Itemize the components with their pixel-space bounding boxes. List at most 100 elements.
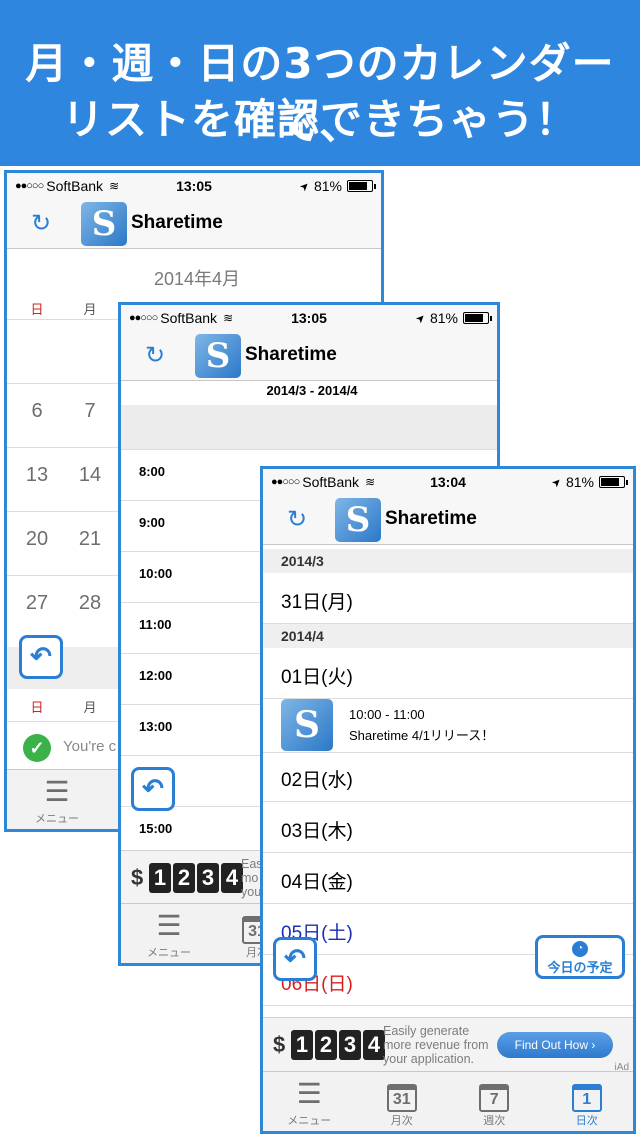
back-button[interactable]: ↶ [131,767,175,811]
battery-percent: 81% [429,310,458,326]
event-app-icon: S [281,699,333,751]
weekday-sun: 日 [30,700,44,715]
week-range: 2014/3 - 2014/4 [266,383,358,398]
location-arrow-icon: ➤ [413,310,429,326]
ad-dollar: $ [273,1032,286,1057]
status-bar: ●●○○○ SoftBank ≋ 13:04 ➤ 81% [263,469,633,495]
ad-digit: 4 [221,863,243,893]
menu-icon: ☰ [296,1078,322,1109]
refresh-icon[interactable]: ↻ [283,506,311,534]
nav-bar: ↻ S Sharetime [263,495,633,545]
ad-digit: 4 [363,1030,385,1060]
month-title: 2014年4月 [153,269,241,289]
signal-strength: ●●○○○ [129,312,158,324]
hour-label: 13:00 [139,719,173,734]
app-logo: S [335,498,381,542]
nav-bar: ↻ S Sharetime [7,199,381,249]
ad-digit: 1 [149,863,171,893]
ad-digit: 3 [197,863,219,893]
ad-text-line: Easily generate [383,1024,470,1038]
calendar-day[interactable]: 21 [70,528,110,551]
app-logo: S [81,202,127,246]
ad-text-line: more revenue from [383,1038,489,1052]
day-label: 31日(月) [281,592,353,613]
calendar-day-icon: 1 [571,1084,602,1112]
event-title: Sharetime 4/1リリース！ [349,728,495,743]
day-row[interactable]: 31日(月) [263,573,633,624]
signal-strength: ●●○○○ [15,180,44,192]
tab-month[interactable]: 31 月次 [356,1072,449,1131]
banner-headline-line2: リストを確認できちゃう！ [61,95,578,144]
calendar-day[interactable]: 6 [17,400,57,423]
day-label: 01日(火) [281,667,353,688]
clock-icon: ◔ [572,941,588,957]
tab-menu[interactable]: ☰ メニュー [121,904,217,963]
hour-label: 12:00 [139,668,173,683]
tab-label: メニュー [35,813,79,825]
ad-digit: 3 [339,1030,361,1060]
day-label: 04日(金) [281,872,353,893]
wifi-icon: ≋ [365,475,376,489]
ad-digit: 2 [173,863,195,893]
day-row[interactable]: 04日(金) [263,853,633,904]
hour-label: 11:00 [139,617,172,632]
today-button-label: 今日の予定 [547,960,613,975]
event-row[interactable]: S 10:00 - 11:00 Sharetime 4/1リリース！ [263,697,633,753]
ad-banner[interactable]: $ 1 2 3 4 Easily generate more revenue f… [263,1017,633,1075]
ad-counter: 1 2 3 4 [291,1030,385,1060]
day-label: 03日(木) [281,821,353,842]
section-header: 2014/3 [263,549,633,573]
day-row[interactable]: 03日(木) [263,802,633,853]
app-title: Sharetime [245,344,337,365]
weekday-sun: 日 [30,302,44,317]
battery-percent: 81% [565,474,594,490]
battery-icon [347,180,376,192]
tab-label: 週次 [483,1115,506,1127]
day-row[interactable]: 01日(火) [263,648,633,699]
ad-cta-label: Find Out How [514,1038,588,1052]
weekday-mon: 月 [83,700,97,715]
app-title: Sharetime [385,508,477,529]
tab-menu[interactable]: ☰ メニュー [7,770,107,829]
today-schedule-button[interactable]: ◔ 今日の予定 [535,935,625,979]
hour-label: 8:00 [139,464,166,479]
wifi-icon: ≋ [223,311,234,325]
hour-label: 10:00 [139,566,173,581]
ad-cta-button[interactable]: Find Out How › [497,1032,613,1058]
calendar-month-icon: 31 [386,1084,417,1112]
location-arrow-icon: ➤ [297,178,313,194]
event-time: 10:00 - 11:00 [349,707,425,722]
carrier-name: SoftBank [160,310,218,326]
calendar-day[interactable]: 27 [17,592,57,615]
calendar-day[interactable]: 7 [70,400,110,423]
calendar-day[interactable]: 13 [17,464,57,487]
tab-day[interactable]: 1 日次 [541,1072,634,1131]
menu-icon: ☰ [44,776,70,807]
calendar-day[interactable]: 14 [70,464,110,487]
app-logo: S [195,334,241,378]
promo-banner: 月・週・日の3つのカレンダーで、 リストを確認できちゃう！ [0,0,640,166]
tab-menu[interactable]: ☰ メニュー [263,1072,356,1131]
tab-week[interactable]: 7 週次 [448,1072,541,1131]
refresh-icon[interactable]: ↻ [141,342,169,370]
wifi-icon: ≋ [109,179,120,193]
refresh-icon[interactable]: ↻ [27,210,55,238]
battery-percent: 81% [313,178,342,194]
back-button[interactable]: ↶ [273,937,317,981]
back-button[interactable]: ↶ [19,635,63,679]
hour-label: 9:00 [139,515,166,530]
ad-dollar: $ [131,865,144,890]
calendar-day[interactable]: 28 [70,592,110,615]
ad-text: Easily generate more revenue from your a… [383,1024,489,1066]
location-arrow-icon: ➤ [549,474,565,490]
tab-label: メニュー [147,947,191,959]
battery-icon [463,312,492,324]
tab-label: 日次 [575,1115,598,1127]
day-row[interactable]: 02日(水) [263,751,633,802]
status-bar: ●●○○○ SoftBank ≋ 13:05 ➤ 81% [7,173,381,199]
ad-counter: 1 2 3 4 [149,863,243,893]
calendar-day[interactable]: 20 [17,528,57,551]
nav-bar: ↻ S Sharetime [121,331,497,381]
calendar-week-icon: 7 [479,1084,510,1112]
day-label: 02日(水) [281,770,353,791]
